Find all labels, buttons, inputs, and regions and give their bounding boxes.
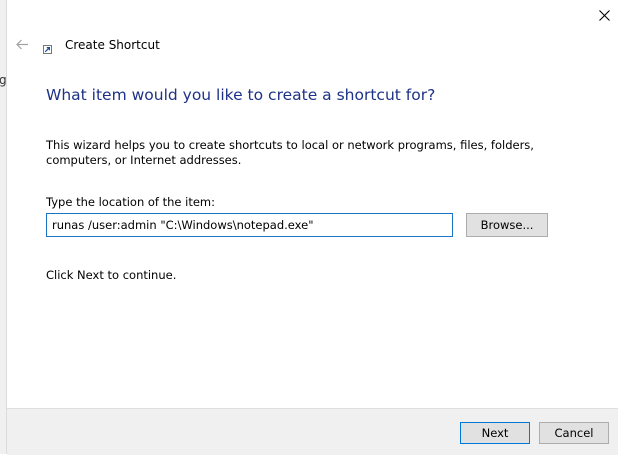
close-icon — [598, 9, 610, 21]
create-shortcut-dialog: Create Shortcut What item would you like… — [7, 0, 618, 455]
cancel-button[interactable]: Cancel — [539, 422, 609, 444]
shortcut-icon — [43, 45, 52, 54]
wizard-description: This wizard helps you to create shortcut… — [46, 138, 534, 167]
back-button[interactable] — [15, 37, 29, 51]
background-window-strip: g — [0, 0, 7, 454]
continue-instruction: Click Next to continue. — [46, 268, 177, 282]
location-input[interactable] — [46, 213, 453, 237]
browse-button[interactable]: Browse... — [466, 213, 548, 237]
page-heading: What item would you like to create a sho… — [46, 86, 436, 104]
location-label: Type the location of the item: — [46, 195, 216, 209]
dialog-title: Create Shortcut — [65, 38, 160, 52]
next-button[interactable]: Next — [460, 422, 530, 444]
close-button[interactable] — [595, 6, 613, 24]
background-text-fragment: g — [0, 73, 7, 87]
dialog-footer: Next Cancel — [7, 408, 618, 455]
back-arrow-icon — [15, 39, 28, 49]
